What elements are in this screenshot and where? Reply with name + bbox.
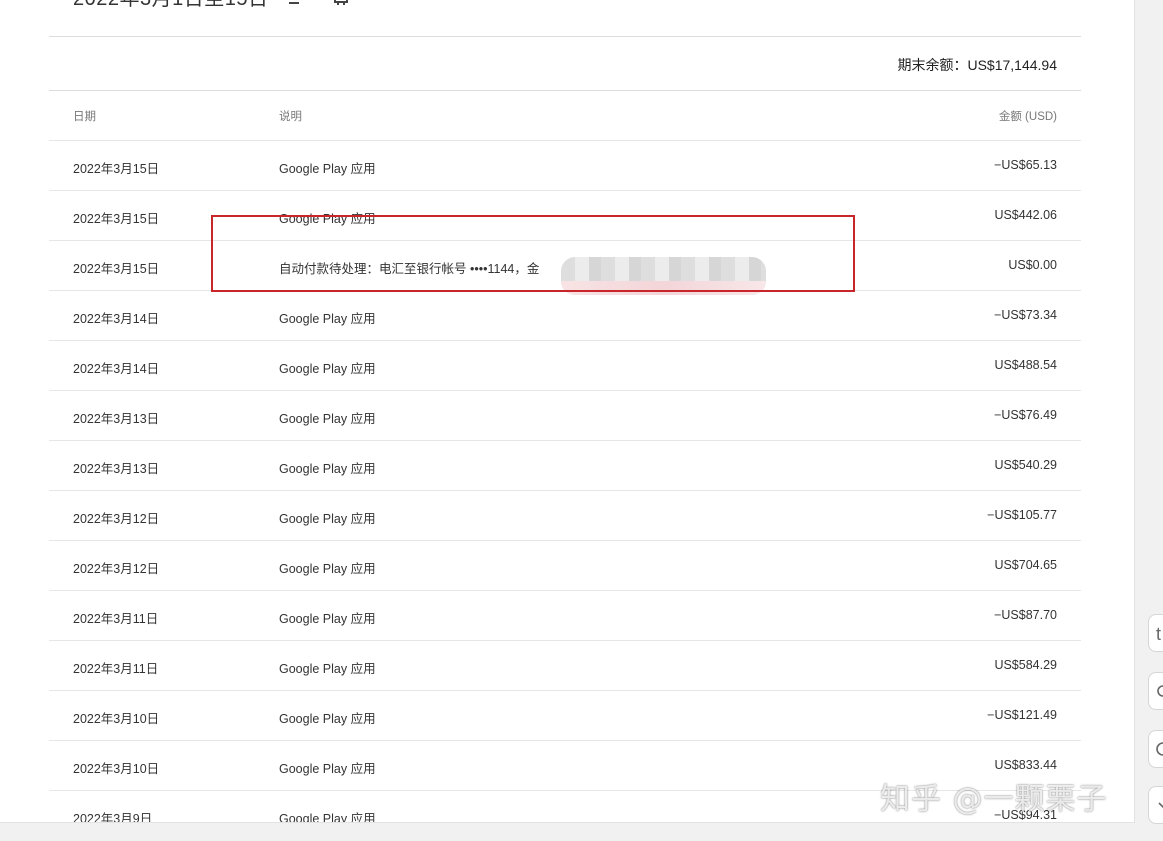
table-header: 日期 说明 金额 (USD) [49,91,1081,141]
statement-page: 2022年3月1日至15日 期末余额：US$17,144.94 日期 说明 金额… [0,0,1135,823]
row-amount: US$704.65 [994,558,1057,572]
table-row[interactable]: 2022年3月10日 Google Play 应用 −US$121.49 [49,691,1081,741]
row-description: Google Play 应用 [279,462,376,476]
row-date: 2022年3月9日 [73,812,153,823]
table-row[interactable]: 2022年3月13日 Google Play 应用 US$540.29 [49,441,1081,491]
row-date: 2022年3月15日 [73,162,160,176]
row-amount: US$584.29 [994,658,1057,672]
row-amount: −US$76.49 [994,408,1057,422]
row-description: Google Play 应用 [279,812,376,823]
row-date: 2022年3月15日 [73,262,160,276]
table-row[interactable]: 2022年3月11日 Google Play 应用 US$584.29 [49,641,1081,691]
table-row[interactable]: 2022年3月11日 Google Play 应用 −US$87.70 [49,591,1081,641]
row-description: Google Play 应用 [279,762,376,776]
row-description: Google Play 应用 [279,312,376,326]
row-description: Google Play 应用 [279,412,376,426]
closing-balance: 期末余额：US$17,144.94 [897,57,1057,73]
row-date: 2022年3月12日 [73,512,160,526]
row-description: Google Play 应用 [279,662,376,676]
table-row[interactable]: 2022年3月12日 Google Play 应用 US$704.65 [49,541,1081,591]
row-description: Google Play 应用 [279,362,376,376]
column-header-amount: 金额 (USD) [998,111,1057,123]
like-icon[interactable] [1148,672,1163,710]
row-date: 2022年3月10日 [73,762,160,776]
row-amount: −US$105.77 [987,508,1057,522]
column-header-description: 说明 [279,111,302,123]
row-date: 2022年3月11日 [73,612,159,626]
row-amount: −US$121.49 [987,708,1057,722]
row-description: Google Play 应用 [279,512,376,526]
row-description: Google Play 应用 [279,612,376,626]
statement-header: 2022年3月1日至15日 [49,0,1081,37]
row-description: Google Play 应用 [279,162,376,176]
settings-icon[interactable] [331,0,351,10]
row-date: 2022年3月13日 [73,462,160,476]
row-amount: −US$65.13 [994,158,1057,172]
table-row[interactable]: 2022年3月15日 Google Play 应用 −US$65.13 [49,141,1081,191]
transactions-table: 日期 说明 金额 (USD) 2022年3月15日 Google Play 应用 −… [49,91,1081,823]
row-description: 自动付款待处理：电汇至银行帐号 ••••1144，金 [279,262,540,276]
row-date: 2022年3月14日 [73,312,160,326]
row-amount: −US$73.34 [994,308,1057,322]
row-amount: US$540.29 [994,458,1057,472]
row-description: Google Play 应用 [279,712,376,726]
row-amount: −US$87.70 [994,608,1057,622]
row-date: 2022年3月10日 [73,712,160,726]
closing-balance-row: 期末余额：US$17,144.94 [49,37,1081,91]
row-date: 2022年3月11日 [73,662,159,676]
row-date: 2022年3月14日 [73,362,160,376]
date-range: 2022年3月1日至15日 [73,0,268,11]
row-amount: US$0.00 [1008,258,1057,272]
row-amount: US$833.44 [994,758,1057,772]
column-header-date: 日期 [73,111,96,123]
row-description: Google Play 应用 [279,212,376,226]
table-row[interactable]: 2022年3月14日 Google Play 应用 US$488.54 [49,341,1081,391]
row-date: 2022年3月13日 [73,412,160,426]
more-icon[interactable] [1148,786,1163,824]
row-date: 2022年3月15日 [73,212,160,226]
download-icon[interactable] [286,0,306,10]
row-amount: US$442.06 [994,208,1057,222]
table-row[interactable]: 2022年3月12日 Google Play 应用 −US$105.77 [49,491,1081,541]
watermark: 知乎 @一颗栗子 [880,782,1108,817]
table-row[interactable]: 2022年3月15日 Google Play 应用 US$442.06 [49,191,1081,241]
redacted-area [561,257,766,295]
table-row[interactable]: 2022年3月14日 Google Play 应用 −US$73.34 [49,291,1081,341]
row-description: Google Play 应用 [279,562,376,576]
row-date: 2022年3月12日 [73,562,160,576]
comment-icon[interactable] [1148,730,1163,768]
table-row[interactable]: 2022年3月13日 Google Play 应用 −US$76.49 [49,391,1081,441]
row-amount: US$488.54 [994,358,1057,372]
share-icon[interactable]: t [1148,614,1163,652]
